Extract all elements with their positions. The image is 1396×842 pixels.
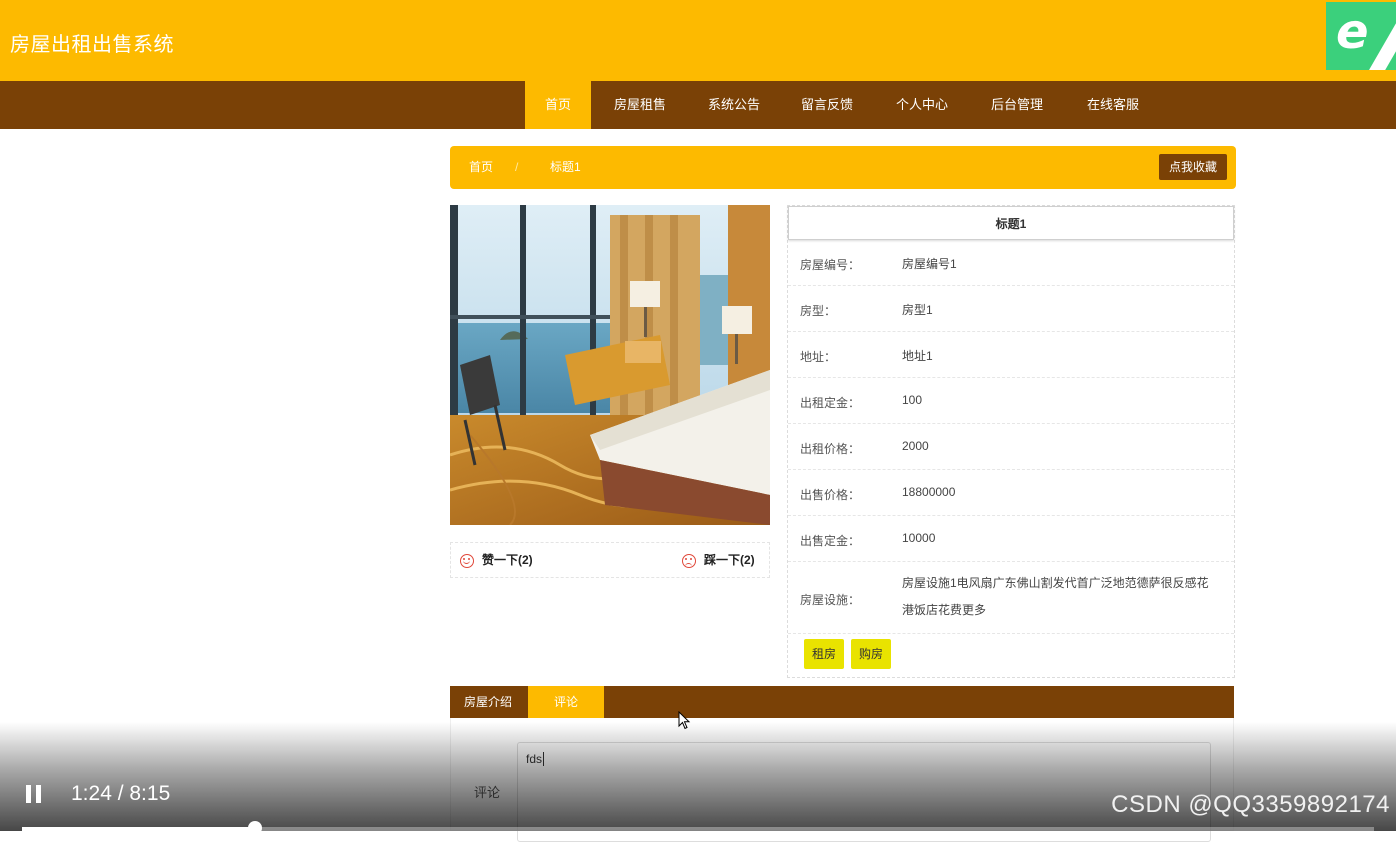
detail-value: 房型1 — [902, 303, 933, 317]
detail-row: 出租价格： 2000 — [788, 424, 1234, 470]
dislike-button[interactable]: 踩一下(2) — [682, 543, 755, 577]
rent-button[interactable]: 租房 — [804, 639, 845, 669]
main-nav: 首页 房屋租售 系统公告 留言反馈 个人中心 后台管理 在线客服 — [0, 81, 1396, 129]
mouse-cursor-icon — [678, 711, 691, 730]
nav-online-service[interactable]: 在线客服 — [1076, 81, 1150, 129]
dislike-label: 踩一下(2) — [704, 553, 755, 567]
nav-personal-center[interactable]: 个人中心 — [885, 81, 959, 129]
breadcrumb-home[interactable]: 首页 — [469, 146, 493, 189]
video-progress-fill — [22, 827, 255, 831]
comment-label: 评论 — [474, 785, 501, 800]
smile-icon — [460, 554, 474, 568]
house-title: 标题1 — [788, 206, 1234, 240]
house-detail-panel: 标题1 房屋编号： 房屋编号1 房型： 房型1 地址： 地址1 出租定金： 10… — [787, 205, 1235, 678]
detail-row: 地址： 地址1 — [788, 332, 1234, 378]
detail-value: 100 — [902, 393, 923, 407]
site-title: 房屋出租出售系统 — [10, 34, 174, 56]
detail-label: 房型： — [800, 304, 837, 318]
detail-label: 出租价格： — [800, 442, 861, 456]
comment-text: fds — [526, 752, 543, 766]
detail-row: 房型： 房型1 — [788, 286, 1234, 332]
nav-admin[interactable]: 后台管理 — [980, 81, 1054, 129]
breadcrumb: 首页 / 标题1 点我收藏 — [450, 146, 1236, 189]
detail-label: 出售价格： — [800, 488, 861, 502]
nav-house-rental-sale[interactable]: 房屋租售 — [603, 81, 677, 129]
detail-label: 出售定金： — [800, 534, 861, 548]
favorite-button[interactable]: 点我收藏 — [1158, 154, 1227, 180]
detail-value: 房屋设施1电风扇广东佛山割发代首广泛地范德萨很反感花港饭店花费更多 — [902, 576, 1209, 617]
frown-icon — [682, 554, 696, 568]
tab-comments[interactable]: 评论 — [528, 686, 604, 718]
nav-home[interactable]: 首页 — [525, 81, 591, 129]
csdn-watermark: CSDN @QQ3359892174 — [1111, 791, 1390, 818]
buy-button[interactable]: 购房 — [851, 639, 892, 669]
tab-house-intro[interactable]: 房屋介绍 — [450, 686, 526, 718]
detail-value: 10000 — [902, 531, 936, 545]
detail-value: 房屋编号1 — [902, 257, 957, 271]
detail-row: 出租定金： 100 — [788, 378, 1234, 424]
breadcrumb-current: 标题1 — [550, 160, 581, 174]
detail-row: 出售定金： 10000 — [788, 516, 1234, 562]
house-photo — [450, 205, 770, 525]
detail-label: 房屋编号： — [800, 258, 861, 272]
video-progress-handle[interactable] — [247, 821, 262, 835]
top-header: 房屋出租出售系统 e — [0, 0, 1396, 81]
nav-feedback[interactable]: 留言反馈 — [790, 81, 864, 129]
breadcrumb-separator: / — [515, 160, 519, 174]
pause-icon[interactable] — [26, 785, 42, 803]
like-label: 赞一下(2) — [482, 553, 533, 567]
detail-label: 房屋设施： — [800, 593, 861, 607]
nav-system-notice[interactable]: 系统公告 — [697, 81, 771, 129]
detail-row: 房屋设施： 房屋设施1电风扇广东佛山割发代首广泛地范德萨很反感花港饭店花费更多 — [788, 562, 1234, 634]
detail-row: 房屋编号： 房屋编号1 — [788, 240, 1234, 286]
detail-label: 出租定金： — [800, 396, 861, 410]
detail-value: 18800000 — [902, 485, 956, 499]
vote-box: 赞一下(2) 踩一下(2) — [450, 542, 770, 578]
ie-browser-icon[interactable]: e — [1326, 2, 1396, 70]
detail-tabs: 房屋介绍 评论 — [450, 686, 1234, 718]
detail-row: 出售价格： 18800000 — [788, 470, 1234, 516]
detail-label: 地址： — [800, 350, 837, 364]
detail-value: 2000 — [902, 439, 929, 453]
video-progress-bar[interactable] — [22, 821, 1374, 835]
like-button[interactable]: 赞一下(2) — [460, 543, 533, 577]
video-time: 1:24 / 8:15 — [71, 782, 171, 805]
detail-value: 地址1 — [902, 349, 933, 363]
